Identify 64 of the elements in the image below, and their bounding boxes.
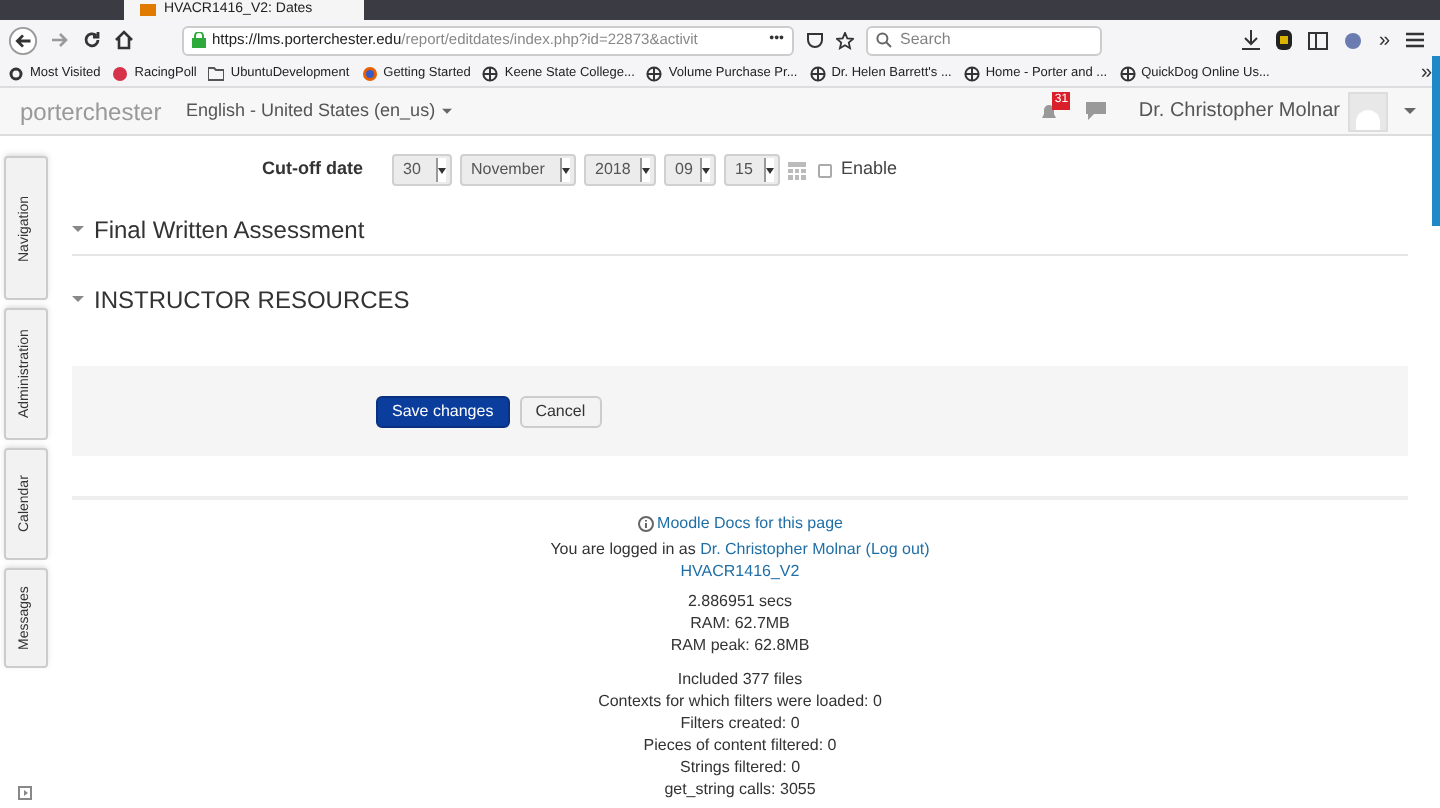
caret-icon[interactable] — [1404, 107, 1416, 115]
lock-icon — [192, 32, 206, 48]
search-input[interactable]: Search — [900, 28, 1092, 52]
search-field[interactable]: Search — [866, 25, 1102, 55]
forward-icon[interactable] — [50, 30, 70, 50]
dropdown[interactable]: November — [459, 154, 575, 186]
info-icon — [637, 515, 654, 531]
pocket-icon[interactable] — [806, 31, 824, 49]
folder-icon — [208, 65, 225, 81]
menu-icon[interactable] — [1406, 32, 1424, 48]
extension-icon[interactable] — [1276, 30, 1293, 50]
checkbox-label: Enable — [841, 156, 898, 183]
scroll-thumb[interactable] — [1432, 56, 1440, 226]
performance-stat: RAM: 62.7MB — [690, 612, 790, 634]
gear-icon — [8, 65, 24, 81]
collapse-caret-icon[interactable] — [72, 296, 84, 304]
download-icon[interactable] — [1242, 30, 1261, 50]
caret-icon — [441, 107, 452, 115]
performance-stat: Contexts for which filters were loaded: 0 — [598, 690, 882, 712]
back-icon[interactable] — [8, 25, 38, 55]
dropdown[interactable]: 30 — [391, 154, 451, 186]
globe-icon — [809, 65, 826, 81]
chat-icon[interactable] — [1086, 102, 1107, 120]
globe-icon — [646, 65, 663, 81]
performance-stat: get_string calls: 3055 — [664, 778, 816, 800]
bell-icon[interactable] — [1040, 101, 1059, 121]
enable-checkbox[interactable] — [817, 163, 831, 177]
reload-icon[interactable] — [82, 30, 102, 50]
performance-stat: Included 377 files — [677, 668, 803, 690]
search-icon — [876, 32, 892, 48]
language-menu[interactable]: English - United States (en_us) — [186, 97, 452, 125]
circle-icon — [112, 65, 129, 81]
star-icon[interactable] — [836, 31, 854, 49]
section-heading[interactable]: Final Written Assessment — [94, 211, 365, 247]
overflow-icon[interactable]: » — [1420, 58, 1432, 88]
dock-toggle-icon[interactable] — [18, 786, 32, 800]
performance-stat: Strings filtered: 0 — [679, 756, 801, 778]
logout-link[interactable]: (Log out) — [865, 540, 930, 558]
save-button[interactable]: Save changes — [376, 395, 510, 427]
user-name[interactable]: Dr. Christopher Molnar — [1138, 96, 1340, 126]
badge-icon[interactable] — [1344, 31, 1363, 49]
docs-link[interactable]: Moodle Docs for this page — [637, 512, 843, 534]
performance-stat: Filters created: 0 — [680, 712, 800, 734]
user-link[interactable]: Dr. Christopher Molnar — [700, 540, 862, 558]
home-icon[interactable] — [114, 30, 134, 50]
dropdown[interactable]: 2018 — [583, 154, 655, 186]
globe-icon — [482, 65, 499, 81]
globe-icon — [963, 65, 980, 81]
globe-icon — [1119, 65, 1136, 81]
overflow-icon[interactable]: » — [1378, 25, 1390, 55]
performance-stat: Pieces of content filtered: 0 — [643, 734, 837, 756]
cancel-button[interactable]: Cancel — [519, 395, 602, 427]
section-heading[interactable]: INSTRUCTOR RESOURCES — [94, 282, 410, 318]
performance-stat: RAM peak: 62.8MB — [670, 634, 810, 656]
field-label: Cut-off date — [262, 156, 363, 183]
favicon-icon — [140, 4, 156, 16]
dropdown[interactable]: 15 — [723, 154, 779, 186]
performance-stat: 2.886951 secs — [687, 590, 793, 612]
course-link[interactable]: HVACR1416_V2 — [680, 560, 800, 582]
login-info: You are logged in as Dr. Christopher Molnar (Log out) — [550, 538, 930, 560]
browser-icon — [361, 65, 378, 81]
sidebar-icon[interactable] — [1308, 31, 1329, 49]
dropdown[interactable]: 09 — [663, 154, 715, 186]
collapse-caret-icon[interactable] — [72, 225, 84, 233]
